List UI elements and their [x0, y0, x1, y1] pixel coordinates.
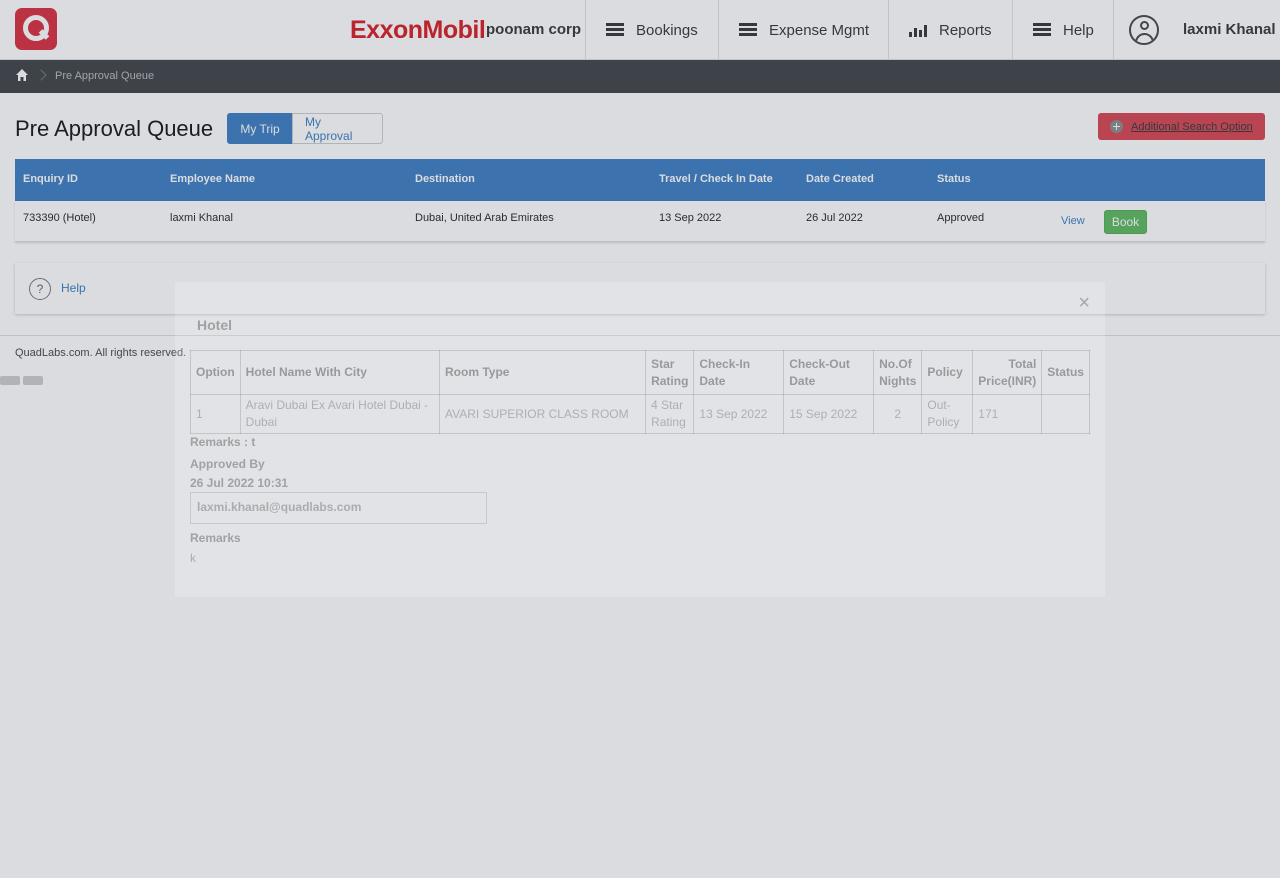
table-row: 1 Aravi Dubai Ex Avari Hotel Dubai - Dub… [190, 394, 1090, 434]
remarks-value: k [190, 551, 196, 565]
column-header: Check-Out Date [783, 350, 875, 395]
column-header: Policy [921, 350, 974, 395]
star-rating-cell: 4 Star Rating [645, 394, 695, 434]
column-header: Room Type [439, 350, 647, 395]
modal-title: Hotel [197, 317, 232, 333]
nights-cell: 2 [873, 394, 923, 434]
approved-at: 26 Jul 2022 10:31 [190, 476, 289, 490]
policy-cell: Out-Policy [921, 394, 974, 434]
status-cell [1041, 394, 1090, 434]
remarks-line: Remarks : t [190, 435, 256, 449]
check-in-cell: 13 Sep 2022 [693, 394, 785, 434]
hotel-table-header: Option Hotel Name With City Room Type St… [190, 350, 1090, 395]
price-cell: 171 [972, 394, 1043, 434]
column-header: Check-In Date [693, 350, 785, 395]
column-header: Hotel Name With City [239, 350, 441, 395]
column-header: Total Price(INR) [972, 350, 1043, 395]
option-cell: 1 [190, 394, 241, 434]
column-header: Status [1041, 350, 1090, 395]
hotel-table: Option Hotel Name With City Room Type St… [190, 350, 1090, 434]
approved-by-label: Approved By [190, 457, 265, 471]
column-header: No.Of Nights [873, 350, 923, 395]
hotel-name-cell: Aravi Dubai Ex Avari Hotel Dubai - Dubai [239, 394, 441, 434]
room-type-cell: AVARI SUPERIOR CLASS ROOM [439, 394, 647, 434]
check-out-cell: 15 Sep 2022 [783, 394, 875, 434]
approver-email-field: laxmi.khanal@quadlabs.com [190, 492, 487, 524]
column-header: Star Rating [645, 350, 695, 395]
remarks-label: Remarks [190, 531, 241, 545]
column-header: Option [190, 350, 241, 395]
hotel-details-modal: × Hotel Option Hotel Name With City Room… [175, 282, 1105, 597]
close-icon[interactable]: × [1078, 292, 1090, 315]
